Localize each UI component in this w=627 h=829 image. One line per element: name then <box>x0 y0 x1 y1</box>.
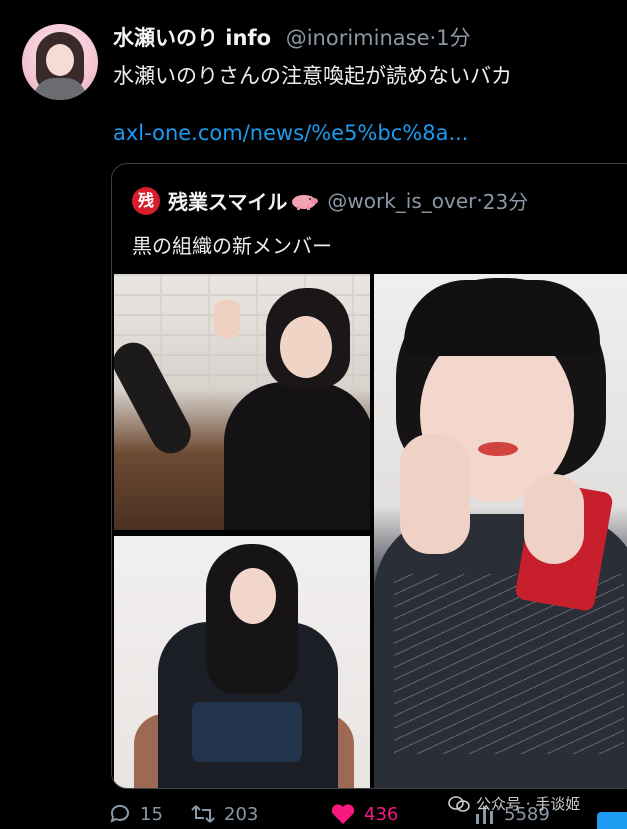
photo-face <box>280 316 332 378</box>
like-button[interactable]: 436 <box>330 802 398 826</box>
photo-hand-left <box>400 434 470 554</box>
pig-icon <box>292 194 319 210</box>
reply-count: 15 <box>140 803 163 825</box>
avatar-face <box>46 44 74 76</box>
avatar-body <box>34 78 86 100</box>
quote-tweet-card[interactable]: 残残業スマイル @work_is_over·23分 黒の組織の新メンバー <box>111 163 627 789</box>
quote-author-handle[interactable]: @work_is_over <box>327 189 476 213</box>
quote-photo-2[interactable] <box>114 536 370 788</box>
share-button[interactable] <box>597 812 627 829</box>
photo-body <box>224 382 370 530</box>
quote-author-name[interactable]: 残業スマイル <box>168 190 287 214</box>
tweet-link[interactable]: axl-one.com/news/%e5%bc%8a... <box>113 121 468 145</box>
tweet-header: 水瀬いのり info @inoriminase·1分 <box>113 22 471 52</box>
quote-avatar[interactable]: 残 <box>132 186 160 215</box>
reply-button[interactable]: 15 <box>108 802 163 826</box>
photo-lips <box>478 442 518 456</box>
photo-shorts <box>192 702 302 762</box>
tweet[interactable]: 水瀬いのり info @inoriminase·1分 水瀬いのりさんの注意喚起が… <box>0 0 627 829</box>
photo-face <box>230 568 276 624</box>
author-handle[interactable]: @inoriminase <box>286 26 430 50</box>
wechat-icon <box>448 795 470 812</box>
heart-icon <box>331 804 355 824</box>
photo-hand-right <box>524 474 584 564</box>
quote-header: 残残業スマイル @work_is_over·23分 <box>132 186 528 215</box>
quote-photo-1[interactable] <box>114 274 370 530</box>
like-count: 436 <box>364 803 399 825</box>
photo-bangs <box>404 280 600 356</box>
retweet-count: 203 <box>224 803 259 825</box>
quote-photo-3[interactable] <box>374 274 627 788</box>
quote-time[interactable]: 23分 <box>483 190 528 214</box>
tweet-text: 水瀬いのりさんの注意喚起が読めないバカ <box>113 64 512 88</box>
tweet-time[interactable]: 1分 <box>436 26 470 50</box>
peace-sign-hand <box>214 300 240 338</box>
retweet-button[interactable]: 203 <box>190 802 258 826</box>
retweet-icon <box>191 805 215 823</box>
author-name[interactable]: 水瀬いのり info <box>113 26 271 50</box>
avatar[interactable] <box>22 24 98 100</box>
watermark: 公众号 · 手谈姬 <box>448 793 580 814</box>
watermark-text: 公众号 · 手谈姬 <box>476 795 581 813</box>
reply-icon <box>110 804 129 823</box>
quote-text: 黒の組織の新メンバー <box>132 234 332 258</box>
